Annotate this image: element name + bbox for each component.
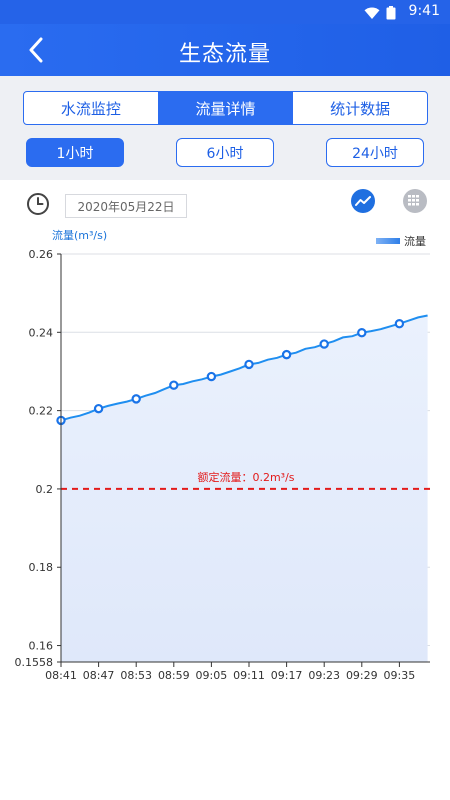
flow-chart: 额定流量：0.2m³/s 0.1558 0.16 0.18 0.2 0.22 0.24 0.2… <box>15 248 430 682</box>
y-tick-label: 0.26 <box>29 248 54 261</box>
y-tick-label: 0.2 <box>36 483 54 496</box>
x-tick-label: 08:59 <box>158 669 190 682</box>
x-tick-label: 08:53 <box>120 669 152 682</box>
data-point <box>169 380 179 390</box>
x-tick-label: 09:11 <box>233 669 265 682</box>
y-tick-label: 0.22 <box>29 405 54 418</box>
data-point <box>319 339 329 349</box>
x-tick-label: 09:23 <box>308 669 340 682</box>
data-point <box>93 403 104 414</box>
x-tick-label: 09:05 <box>196 669 228 682</box>
y-tick-label: 0.16 <box>29 640 54 653</box>
data-point <box>394 318 405 329</box>
x-tick-label: 08:47 <box>83 669 115 682</box>
x-tick-label: 09:17 <box>271 669 303 682</box>
x-tick-label: 09:35 <box>384 669 416 682</box>
data-point <box>281 349 292 360</box>
y-tick-label: 0.24 <box>29 326 54 339</box>
y-tick-label: 0.1558 <box>15 656 54 669</box>
x-tick-label: 09:29 <box>346 669 378 682</box>
data-point <box>244 359 254 370</box>
data-point <box>131 394 141 404</box>
x-tick-label: 08:41 <box>45 669 77 682</box>
data-point <box>357 328 367 338</box>
threshold-label: 额定流量：0.2m³/s <box>197 470 294 484</box>
data-point <box>206 371 217 382</box>
y-tick-label: 0.18 <box>29 561 54 574</box>
